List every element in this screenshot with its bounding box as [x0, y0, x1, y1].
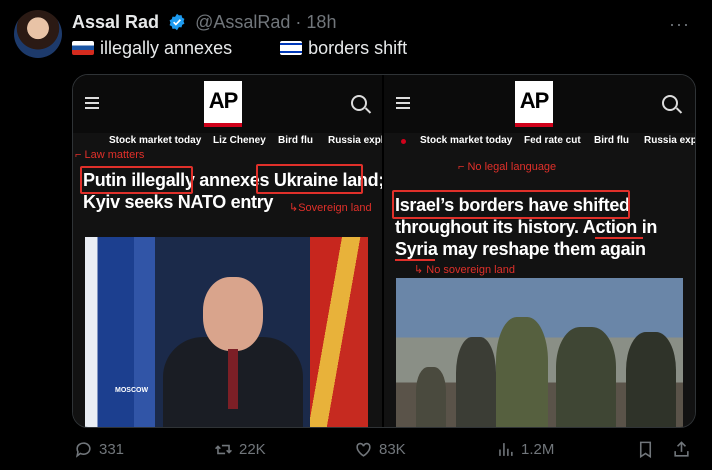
media-card[interactable]: AP Stock market today Liz Cheney Bird fl…	[72, 74, 696, 428]
reply-button[interactable]: 331	[74, 440, 124, 459]
nav-item: Stock market today	[109, 135, 202, 146]
tweet-text-part2: borders shift	[308, 38, 408, 58]
repost-button[interactable]: 22K	[214, 440, 266, 459]
highlight-box	[80, 166, 193, 194]
repost-count: 22K	[239, 441, 266, 458]
analytics-icon	[499, 443, 513, 456]
tweet-text-part1: illegally annexes	[100, 38, 233, 58]
avatar[interactable]	[14, 10, 62, 58]
nav-item: Fed rate cut	[524, 135, 581, 146]
nav-item: Stock market today	[420, 135, 513, 146]
hamburger-menu-icon	[85, 97, 99, 109]
headline-segment: throughout its history.	[395, 217, 579, 237]
separator-dot: ·	[295, 12, 302, 32]
bookmark-button[interactable]	[636, 440, 655, 459]
like-count: 83K	[379, 441, 406, 458]
ap-logo: AP	[515, 81, 553, 127]
russia-flag-icon	[72, 41, 94, 55]
author-handle[interactable]: @AssalRad	[195, 12, 290, 32]
headline-segment: Action in	[582, 217, 658, 237]
heart-icon	[356, 442, 371, 457]
share-icon	[674, 441, 689, 457]
right-screenshot[interactable]: AP Stock market today Fed rate cut Bird …	[384, 75, 695, 427]
reply-icon	[75, 442, 91, 458]
putin-photo: MOSCOW	[85, 237, 368, 427]
more-options-icon[interactable]: ···	[669, 14, 690, 35]
highlight-box	[392, 190, 630, 219]
highlight-box	[256, 164, 363, 194]
nav-item: Bird flu	[594, 135, 629, 146]
annotation-law: ⌐ Law matters	[75, 149, 145, 161]
nav-item: Liz Cheney	[213, 135, 266, 146]
repost-icon	[215, 444, 232, 455]
headline-segment: Syria	[395, 239, 438, 259]
right-headline-line2: throughout its history. Action in	[395, 216, 657, 238]
author-name[interactable]: Assal Rad	[72, 12, 159, 32]
reply-count: 331	[99, 441, 125, 458]
headline-segment: may reshape them again	[442, 239, 646, 259]
annotation-nolegal: ⌐ No legal language	[458, 161, 557, 173]
ap-header: AP	[73, 75, 382, 133]
views-button[interactable]: 1.2M	[496, 440, 554, 459]
bookmark-icon	[639, 441, 652, 459]
timestamp[interactable]: 18h	[306, 12, 336, 32]
annotation-nosovereign: ↳ No sovereign land	[414, 264, 515, 276]
nav-item: Russia expl	[328, 135, 382, 146]
highlight-underline	[395, 259, 435, 261]
ap-header: AP	[384, 75, 695, 133]
ap-logo: AP	[204, 81, 242, 127]
view-count: 1.2M	[521, 441, 555, 458]
tweet-header: Assal Rad @AssalRad · 18h	[72, 12, 336, 33]
left-screenshot[interactable]: AP Stock market today Liz Cheney Bird fl…	[73, 75, 382, 427]
live-dot-icon	[401, 139, 406, 144]
left-headline-line2: Kyiv seeks NATO entry	[83, 192, 274, 212]
photo-caption: MOSCOW	[115, 387, 149, 394]
share-button[interactable]	[672, 440, 691, 459]
verified-badge-icon	[169, 13, 185, 31]
tweet-text: illegally annexes borders shift	[72, 38, 407, 59]
annotation-sovereign: ↳Sovereign land	[289, 202, 372, 214]
nav-item: Bird flu	[278, 135, 313, 146]
israel-flag-icon	[280, 41, 303, 55]
right-headline-line3: Syria may reshape them again	[395, 238, 646, 260]
hamburger-menu-icon	[396, 97, 410, 109]
like-button[interactable]: 83K	[354, 440, 406, 459]
search-icon	[662, 95, 678, 111]
search-icon	[351, 95, 367, 111]
nav-item: Russia exp	[644, 135, 695, 146]
soldiers-photo	[396, 278, 683, 427]
